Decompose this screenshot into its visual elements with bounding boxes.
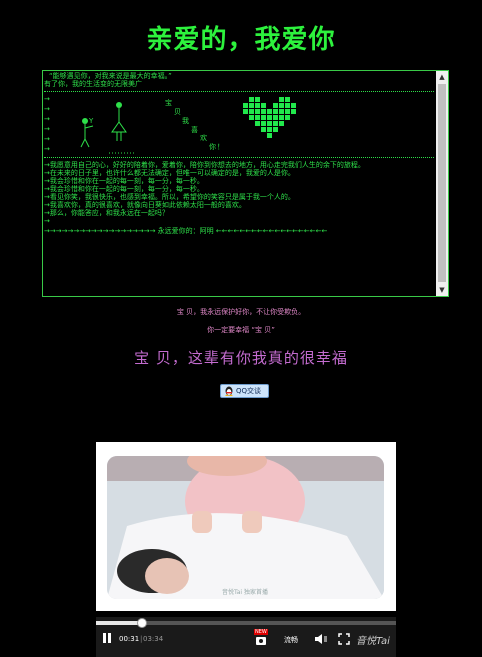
screenshot-button[interactable]: NEW [254,629,268,645]
player-controls: 00:31 | 03:34 NEW 流畅 音悦Tai [96,617,396,657]
arrow-5: → [44,135,50,143]
arrow-1: → [44,95,50,103]
diag-char-7: ！ [217,143,224,151]
volume-icon[interactable] [314,634,328,644]
video-watermark: 音悦Tai 独家首播 [222,588,268,596]
total-time: 03:34 [143,635,164,643]
progress-bar[interactable] [96,618,396,628]
current-time: 00:31 [119,635,140,643]
letter-line-6: →我喜欢你，真的很喜欢，就像向日葵如此依赖太阳一般的喜欢。 [44,201,246,209]
letter-line-1: →我愿意用自己的心，好好的陪着你，爱着你，陪你到你想去的地方，用心走完我们人生的… [44,161,365,169]
progress-knob[interactable] [137,618,147,628]
fig-label: Y [88,117,94,125]
terminal-content: “能够遇见你，对我来说是最大的幸福。” 有了你，我的生活变的无限美广 → → →… [43,71,436,296]
letter-line-3: →我会珍惜和你在一起的每一刻，每一分，每一秒。 [44,177,204,185]
video-frame: 音悦Tai 独家首播 [107,456,384,599]
divider-mid [44,157,434,158]
pause-icon[interactable] [102,633,112,643]
letter-line-4: →我会珍惜和你在一起的每一刻，每一分，每一秒。 [44,185,204,193]
letter-line-5: →看见你笑，我很快乐，也感到幸福。所以，希望你的笑容只是属于我一个人的。 [44,193,295,201]
arrow-4: → [44,125,50,133]
qq-chat-button[interactable]: QQ交谈 [220,384,269,398]
quote-line: “能够遇见你，对我来说是最大的幸福。” [49,72,172,80]
letter-line-2: →在未来的日子里，也许什么都无法确定，但唯一可以确定的是，我爱的人是你。 [44,169,295,177]
page-title: 亲爱的，我爱你 [146,25,336,55]
message-line-2: 你一定要幸福 “宝 贝” [207,326,275,334]
fullscreen-icon[interactable] [338,633,350,645]
diag-char-2: 贝 [174,108,181,116]
scroll-thumb[interactable] [438,84,446,282]
qq-chat-label: QQ交谈 [236,387,262,395]
diag-char-6: 你 [209,143,216,151]
stick-figures-icon: Y [80,102,135,154]
letter-line-7: →那么，你能答应，和我永远在一起吗？ [44,209,169,217]
diag-char-5: 欢 [200,134,207,142]
qq-penguin-icon [225,386,233,396]
arrow-3: → [44,115,50,123]
big-message: 宝 贝，这辈有你我真的很幸福 [134,349,348,367]
video-player[interactable]: 音悦Tai 独家首播 [96,442,396,611]
pixel-heart-icon [243,97,296,138]
divider-top [44,91,434,92]
video-scene: 音悦Tai 独家首播 [107,456,384,599]
scroll-down-icon[interactable]: ▼ [436,284,448,296]
diag-char-3: 我 [182,117,189,125]
arrow-2: → [44,105,50,113]
love-letter-box[interactable]: “能够遇见你，对我来说是最大的幸福。” 有了你，我的生活变的无限美广 → → →… [42,70,449,297]
message-line-1: 宝 贝，我永远保护好你，不让你受欺负。 [176,308,306,316]
diag-char-1: 宝 [165,99,172,107]
line-2: 有了你，我的生活变的无限美广 [44,80,142,88]
letter-line-8: → [44,217,50,225]
scroll-up-icon[interactable]: ▲ [436,71,448,83]
signature-line: →→→→→→→→→→→→→→→→→→→ 永远爱你的：阿明 ←←←←←←←←←←←… [44,227,328,235]
new-badge: NEW [254,629,268,635]
diag-char-4: 喜 [191,126,198,134]
arrow-6: → [44,145,50,153]
quality-button[interactable]: 流畅 [284,635,298,645]
scrollbar[interactable]: ▲ ▼ [436,71,448,296]
yinyuetai-logo: 音悦Tai [356,636,390,647]
progress-fill [96,621,141,625]
